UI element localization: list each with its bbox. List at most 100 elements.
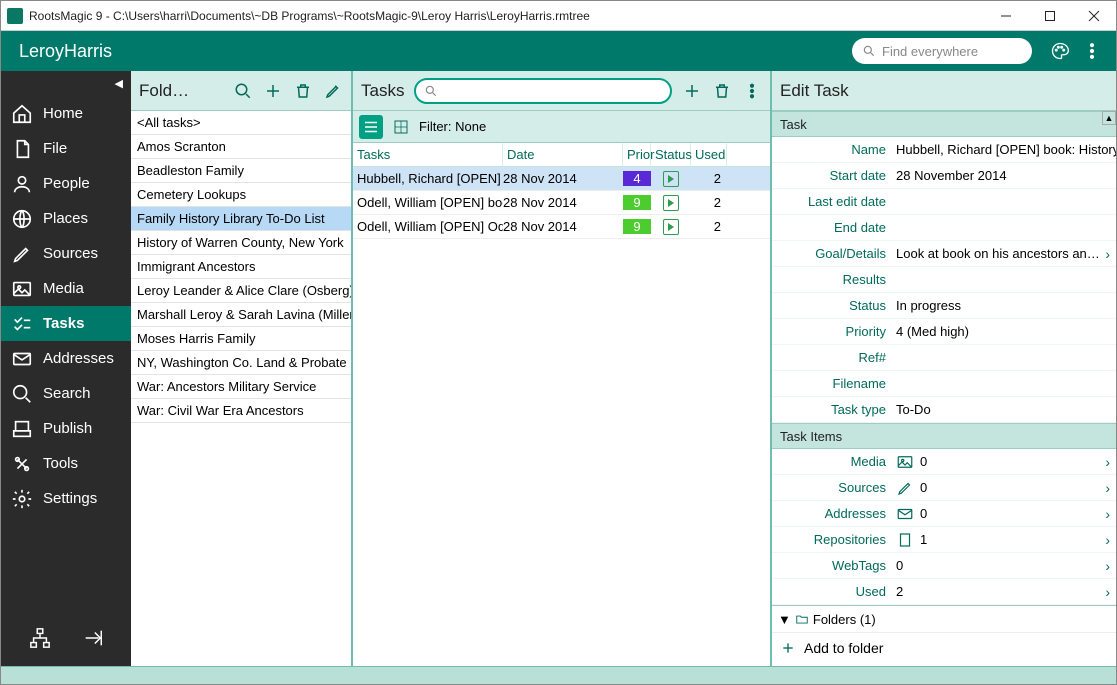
search-icon	[424, 84, 438, 98]
chevron-right-icon: ›	[1105, 454, 1110, 470]
chevron-right-icon: ›	[1105, 532, 1110, 548]
col-date[interactable]: Date	[503, 143, 623, 166]
folder-row[interactable]: Family History Library To-Do List	[131, 207, 351, 231]
folder-add-icon[interactable]	[263, 81, 283, 101]
label-status: Status	[772, 298, 892, 313]
chevron-right-icon: ›	[1105, 246, 1110, 261]
col-priority[interactable]: Prior	[623, 143, 651, 166]
field-used[interactable]: 2›	[892, 584, 1116, 599]
folder-delete-icon[interactable]	[293, 81, 313, 101]
folder-row[interactable]: Immigrant Ancestors	[131, 255, 351, 279]
task-table: Tasks Date Prior Status Used Hubbell, Ri…	[353, 143, 770, 239]
task-row[interactable]: Odell, William [OPEN] book28 Nov 201492	[353, 191, 770, 215]
field-priority[interactable]: 4 (Med high)	[892, 324, 1116, 339]
global-search-input[interactable]: Find everywhere	[852, 38, 1032, 64]
sidebar-item-places[interactable]: Places	[1, 201, 131, 236]
search-placeholder: Find everywhere	[882, 44, 978, 59]
field-status[interactable]: In progress	[892, 298, 1116, 313]
grid-view-button[interactable]	[389, 115, 413, 139]
chevron-right-icon: ›	[1105, 506, 1110, 522]
more-menu-button[interactable]	[1078, 37, 1106, 65]
folders-panel: Fold… <All tasks>Amos ScrantonBeadleston…	[131, 71, 353, 666]
task-more-icon[interactable]	[742, 81, 762, 101]
play-icon	[663, 195, 679, 211]
label-addresses: Addresses	[772, 506, 892, 521]
folders-section-header[interactable]: ▼ Folders (1)	[772, 605, 1116, 633]
task-row[interactable]: Odell, William [OPEN] Odell28 Nov 201492	[353, 215, 770, 239]
folder-row[interactable]: Moses Harris Family	[131, 327, 351, 351]
folder-row[interactable]: War: Civil War Era Ancestors	[131, 399, 351, 423]
folder-row[interactable]: Leroy Leander & Alice Clare (Osberg) Har	[131, 279, 351, 303]
label-end-date: End date	[772, 220, 892, 235]
filter-text[interactable]: Filter: None	[419, 119, 486, 134]
sidebar-item-people[interactable]: People	[1, 166, 131, 201]
field-goal[interactable]: Look at book on his ancestors an…›	[892, 246, 1116, 261]
list-view-button[interactable]	[359, 115, 383, 139]
folder-row[interactable]: War: Ancestors Military Service	[131, 375, 351, 399]
add-to-folder-button[interactable]: Add to folder	[772, 633, 1116, 663]
col-status[interactable]: Status	[651, 143, 691, 166]
tasks-title: Tasks	[361, 81, 404, 101]
left-sidebar: ◀ HomeFilePeoplePlacesSourcesMediaTasksA…	[1, 71, 131, 666]
folder-row[interactable]: Beadleston Family	[131, 159, 351, 183]
sidebar-item-file[interactable]: File	[1, 131, 131, 166]
building-icon	[896, 531, 914, 549]
sidebar-item-media[interactable]: Media	[1, 271, 131, 306]
database-name: LeroyHarris	[9, 41, 852, 62]
pen-icon	[896, 479, 914, 497]
folder-list: <All tasks>Amos ScrantonBeadleston Famil…	[131, 111, 351, 666]
palette-button[interactable]	[1046, 37, 1074, 65]
sidebar-item-tools[interactable]: Tools	[1, 446, 131, 481]
play-icon	[663, 219, 679, 235]
col-used[interactable]: Used	[691, 143, 727, 166]
folder-search-icon[interactable]	[233, 81, 253, 101]
sidebar-item-settings[interactable]: Settings	[1, 481, 131, 516]
sidebar-collapse-icon[interactable]: ◀	[1, 75, 131, 96]
minimize-button[interactable]	[984, 1, 1028, 31]
field-addresses[interactable]: 0›	[892, 505, 1116, 523]
field-media[interactable]: 0›	[892, 453, 1116, 471]
field-repositories[interactable]: 1›	[892, 531, 1116, 549]
field-webtags[interactable]: 0›	[892, 558, 1116, 573]
folder-row[interactable]: Cemetery Lookups	[131, 183, 351, 207]
sidebar-item-search[interactable]: Search	[1, 376, 131, 411]
task-section-header: Task	[772, 111, 1116, 137]
label-webtags: WebTags	[772, 558, 892, 573]
label-ref: Ref#	[772, 350, 892, 365]
folder-row[interactable]: History of Warren County, New York	[131, 231, 351, 255]
col-tasks[interactable]: Tasks	[353, 143, 503, 166]
go-to-icon[interactable]	[82, 627, 104, 654]
label-start-date: Start date	[772, 168, 892, 183]
field-sources[interactable]: 0›	[892, 479, 1116, 497]
sidebar-item-sources[interactable]: Sources	[1, 236, 131, 271]
close-button[interactable]	[1072, 1, 1116, 31]
scroll-up-icon[interactable]: ▲	[1102, 111, 1116, 125]
maximize-button[interactable]	[1028, 1, 1072, 31]
window-title: RootsMagic 9 - C:\Users\harri\Documents\…	[29, 9, 984, 23]
folder-edit-icon[interactable]	[323, 81, 343, 101]
field-task-type[interactable]: To-Do	[892, 402, 1116, 417]
sidebar-item-publish[interactable]: Publish	[1, 411, 131, 446]
field-start-date[interactable]: 28 November 2014	[892, 168, 1116, 183]
folder-row[interactable]: <All tasks>	[131, 111, 351, 135]
tasks-search-input[interactable]	[414, 78, 672, 104]
image-icon	[896, 453, 914, 471]
plus-icon	[780, 640, 796, 656]
chevron-right-icon: ›	[1105, 480, 1110, 496]
field-name[interactable]: Hubbell, Richard [OPEN] book: History o	[892, 142, 1116, 157]
sidebar-item-tasks[interactable]: Tasks	[1, 306, 131, 341]
sidebar-item-addresses[interactable]: Addresses	[1, 341, 131, 376]
task-row[interactable]: Hubbell, Richard [OPEN] bo28 Nov 201442	[353, 167, 770, 191]
task-delete-icon[interactable]	[712, 81, 732, 101]
label-task-type: Task type	[772, 402, 892, 417]
folder-row[interactable]: NY, Washington Co. Land & Probate Reco	[131, 351, 351, 375]
task-add-icon[interactable]	[682, 81, 702, 101]
label-media: Media	[772, 454, 892, 469]
play-icon	[663, 171, 679, 187]
folder-row[interactable]: Amos Scranton	[131, 135, 351, 159]
sidebar-item-home[interactable]: Home	[1, 96, 131, 131]
folder-row[interactable]: Marshall Leroy & Sarah Lavina (Miller) H…	[131, 303, 351, 327]
top-app-bar: LeroyHarris Find everywhere	[1, 31, 1116, 71]
label-sources: Sources	[772, 480, 892, 495]
link-tree-icon[interactable]	[29, 627, 51, 654]
